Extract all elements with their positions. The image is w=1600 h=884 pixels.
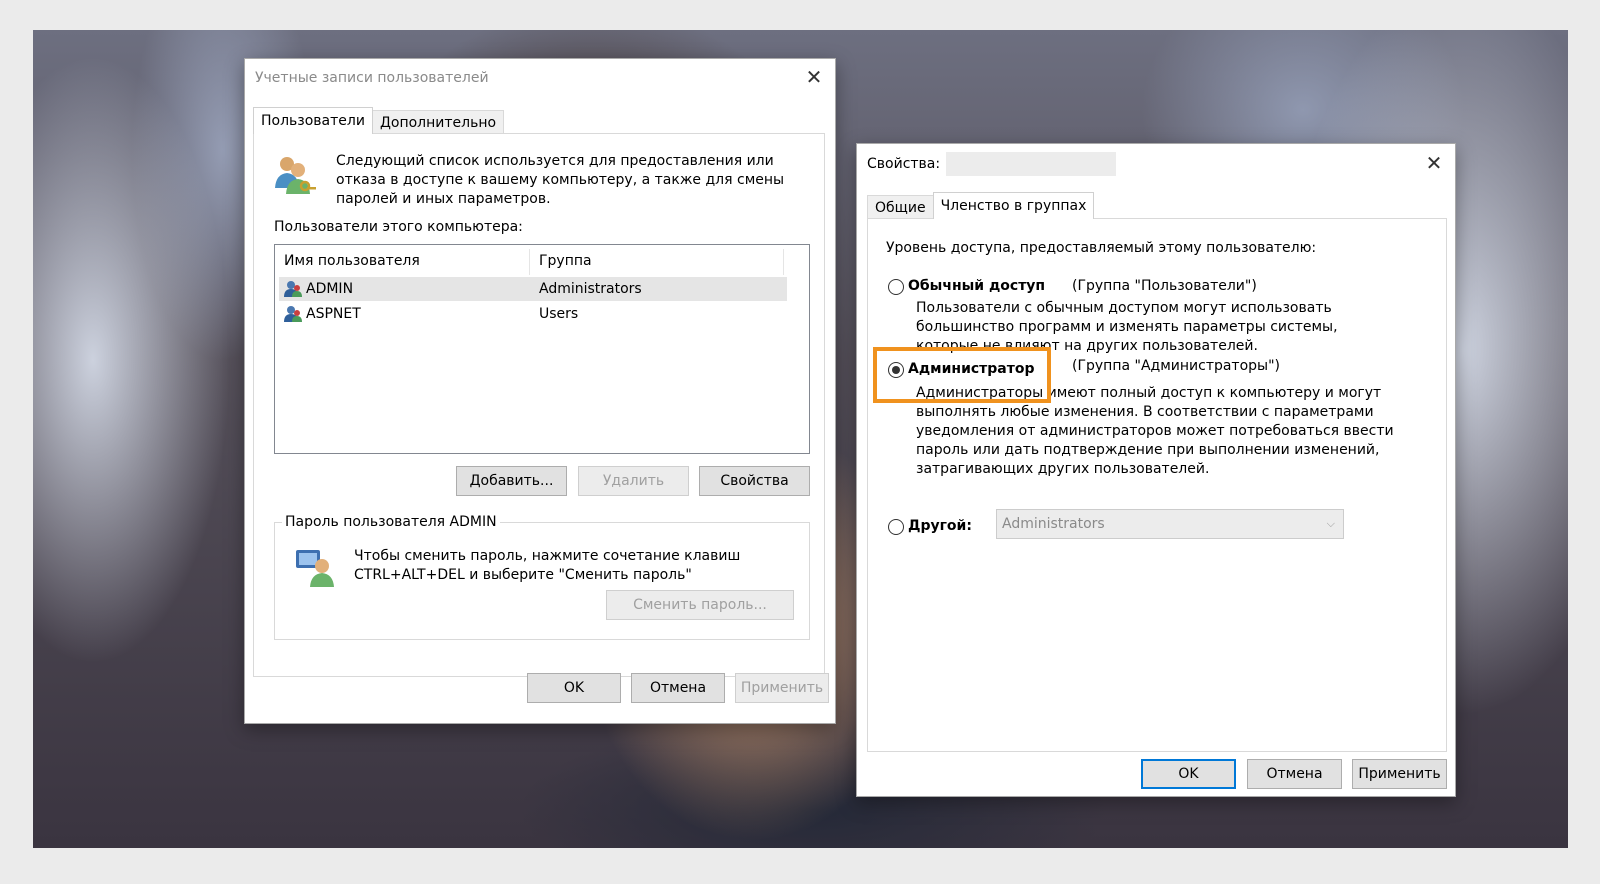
other-group-label[interactable]: Другой: <box>908 517 972 536</box>
user-group-cell: Administrators <box>539 281 642 297</box>
apply-button[interactable]: Применить <box>735 673 829 703</box>
user-accounts-tabs: Пользователи Дополнительно <box>253 107 505 134</box>
user-icon <box>284 306 302 322</box>
cancel-button[interactable]: Отмена <box>1247 759 1342 789</box>
cancel-button[interactable]: Отмена <box>631 673 725 703</box>
properties-titlebar: Свойства: <box>857 144 1455 184</box>
other-group-radio[interactable] <box>888 519 904 535</box>
tab-users[interactable]: Пользователи <box>253 107 373 134</box>
redacted-username <box>946 152 1117 176</box>
ok-button[interactable]: OK <box>527 673 621 703</box>
users-description: Следующий список используется для предос… <box>336 153 785 207</box>
add-user-button[interactable]: Добавить... <box>456 466 567 496</box>
user-properties-dialog: Свойства: ✕ Общие Членство в группах Уро… <box>856 143 1456 797</box>
column-header-username[interactable]: Имя пользователя <box>275 245 529 277</box>
ok-button[interactable]: OK <box>1141 759 1236 789</box>
users-listbox[interactable]: Имя пользователя Группа ADMIN Administra… <box>274 244 810 454</box>
close-icon[interactable]: ✕ <box>803 67 825 89</box>
dialog-title: Учетные записи пользователей <box>255 70 489 86</box>
password-hint: Чтобы сменить пароль, нажмите сочетание … <box>354 548 741 583</box>
administrator-highlight <box>873 347 1051 403</box>
user-properties-button[interactable]: Свойства <box>699 466 810 496</box>
table-row[interactable]: ADMIN Administrators <box>279 277 787 301</box>
user-accounts-titlebar: Учетные записи пользователей <box>245 59 835 97</box>
apply-button[interactable]: Применить <box>1352 759 1447 789</box>
standard-access-label[interactable]: Обычный доступ <box>908 277 1045 296</box>
user-key-icon <box>296 550 334 587</box>
user-name-cell: ADMIN <box>306 281 354 297</box>
other-group-select[interactable]: Administrators ⌵ <box>996 509 1344 539</box>
users-list-label: Пользователи этого компьютера: <box>274 219 523 235</box>
user-accounts-dialog: Учетные записи пользователей ✕ Пользоват… <box>244 58 836 724</box>
close-icon[interactable]: ✕ <box>1423 153 1445 175</box>
users-tab-panel: Следующий список используется для предос… <box>253 133 825 677</box>
user-name-cell: ASPNET <box>306 306 361 322</box>
column-separator[interactable] <box>783 249 784 275</box>
tab-general[interactable]: Общие <box>867 195 934 219</box>
group-membership-panel: Уровень доступа, предоставляемый этому п… <box>867 218 1447 752</box>
password-group-title: Пароль пользователя ADMIN <box>282 513 500 531</box>
standard-access-group: (Группа "Пользователи") <box>1072 278 1257 294</box>
user-group-cell: Users <box>539 306 579 322</box>
tab-advanced[interactable]: Дополнительно <box>371 110 505 134</box>
column-header-group[interactable]: Группа <box>530 245 784 277</box>
dialog-title: Свойства: <box>867 156 941 172</box>
properties-tabs: Общие Членство в группах <box>867 192 1095 219</box>
user-icon <box>284 281 302 297</box>
standard-access-radio[interactable] <box>888 279 904 295</box>
users-group-icon <box>275 157 316 194</box>
access-level-label: Уровень доступа, предоставляемый этому п… <box>886 240 1317 256</box>
remove-user-button[interactable]: Удалить <box>578 466 689 496</box>
administrator-group: (Группа "Администраторы") <box>1072 358 1280 374</box>
change-password-button[interactable]: Сменить пароль... <box>606 590 794 620</box>
tab-group-membership[interactable]: Членство в группах <box>932 192 1095 219</box>
table-row[interactable]: ASPNET Users <box>279 302 787 326</box>
other-group-selected-value: Administrators <box>1002 516 1105 532</box>
chevron-down-icon: ⌵ <box>1326 517 1335 530</box>
